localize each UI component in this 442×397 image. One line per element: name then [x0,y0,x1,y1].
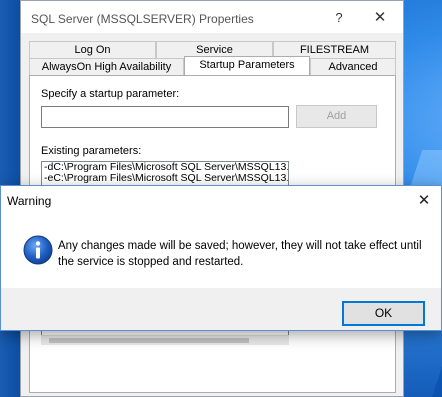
warning-title: Warning [7,194,52,208]
add-button[interactable]: Add [296,105,377,128]
tab-startup-parameters[interactable]: Startup Parameters [184,56,310,75]
help-button[interactable]: ? [328,8,350,28]
warning-titlebar: Warning ✕ [1,186,441,216]
ok-button[interactable]: OK [342,301,425,326]
warning-message: Any changes made will be saved; however,… [58,240,422,268]
list-item[interactable]: -eC:\Program Files\Microsoft SQL Server\… [42,173,288,184]
properties-titlebar: SQL Server (MSSQLSERVER) Properties ? ✕ [21,1,403,33]
startup-parameter-input[interactable] [41,106,289,128]
existing-parameters-label: Existing parameters: [41,145,142,157]
specify-parameter-label: Specify a startup parameter: [41,88,180,100]
horizontal-scrollbar[interactable] [41,335,289,345]
properties-close-button[interactable]: ✕ [369,8,391,28]
warning-dialog: Warning ✕ Any changes made will be saved… [0,185,442,331]
properties-title: SQL Server (MSSQLSERVER) Properties [31,12,254,26]
tab-alwayson-high-availability[interactable]: AlwaysOn High Availability [29,58,184,75]
scrollbar-thumb[interactable] [49,338,249,343]
tab-log-on[interactable]: Log On [29,41,156,58]
info-icon [23,235,53,265]
tab-advanced[interactable]: Advanced [310,58,396,75]
warning-close-button[interactable]: ✕ [413,190,435,212]
